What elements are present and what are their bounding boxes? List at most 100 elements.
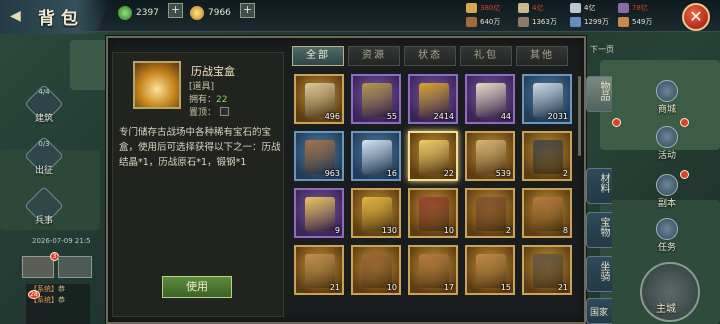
resource-iron: 1363万 [518, 17, 557, 27]
item-slot[interactable]: 963 [294, 131, 344, 181]
item-owned: 拥有：22 [189, 92, 227, 105]
item-slot[interactable]: 22 [408, 131, 458, 181]
tab-all[interactable]: 全部 [292, 46, 344, 66]
silver-icon [570, 3, 581, 13]
march-count: 0/3 [38, 140, 50, 148]
item-count: 496 [324, 112, 340, 121]
jade-icon [118, 6, 132, 20]
item-slot[interactable]: 15 [465, 245, 515, 295]
military-label: 兵事 [34, 216, 53, 226]
stone-icon [518, 3, 529, 13]
gold-value: 7966 [208, 8, 231, 18]
item-slot[interactable]: 8 [522, 188, 572, 238]
item-count: 2031 [547, 112, 568, 121]
item-count: 44 [500, 112, 511, 121]
item-slot[interactable]: 2 [465, 188, 515, 238]
resource-food: 380亿 [466, 3, 500, 13]
item-count: 2414 [433, 112, 454, 121]
dungeon-label: 副本 [657, 199, 676, 209]
item-count: 9 [334, 226, 340, 235]
event-icon [656, 126, 678, 148]
ore-icon [533, 140, 563, 174]
game-screen: ◀ 背包 2397 + 7966 + 380亿 640万 4亿 1363万 4亿… [0, 0, 720, 324]
tab-items[interactable]: 物品 [586, 76, 612, 112]
tab-treasures[interactable]: 宝物 [586, 212, 612, 248]
item-slot[interactable]: 496 [294, 74, 344, 124]
gold-icon [190, 6, 204, 20]
chat-text: 恭 [58, 296, 65, 304]
owned-value: 22 [216, 95, 228, 105]
tab-others[interactable]: 其他 [516, 46, 568, 66]
chat-toggle-icon[interactable] [58, 256, 92, 278]
resource-wood: 640万 [466, 17, 500, 27]
timestamp: 2026-07-09 21:5 [32, 237, 91, 245]
pin-checkbox[interactable] [220, 107, 230, 116]
tab-materials[interactable]: 材料 [586, 168, 612, 204]
treasure-box-icon [133, 61, 181, 109]
next-page-label[interactable]: 下一页 [590, 44, 614, 55]
tab-nation[interactable]: 国家 [586, 298, 612, 324]
item-slot[interactable]: 130 [351, 188, 401, 238]
top-bar: ◀ 背包 2397 + 7966 + 380亿 640万 4亿 1363万 4亿… [0, 0, 720, 34]
item-count: 55 [386, 112, 397, 121]
tab-gifts[interactable]: 礼包 [460, 46, 512, 66]
item-slot[interactable]: 10 [408, 188, 458, 238]
right-menu-quest[interactable]: 任务 [640, 216, 694, 256]
item-slot[interactable]: 2 [522, 131, 572, 181]
resource-value: 549万 [632, 18, 653, 26]
tab-status[interactable]: 状态 [404, 46, 456, 66]
shop-icon [656, 80, 678, 102]
city-label: 主城 [656, 304, 676, 315]
item-slot[interactable]: 539 [465, 131, 515, 181]
item-slot[interactable]: 9 [294, 188, 344, 238]
item-slot[interactable]: 21 [522, 245, 572, 295]
use-button[interactable]: 使用 [162, 276, 232, 298]
item-slot[interactable]: 21 [294, 245, 344, 295]
tab-resources[interactable]: 资源 [348, 46, 400, 66]
item-slot[interactable]: 55 [351, 74, 401, 124]
shop-label: 商城 [657, 105, 676, 115]
tab-items-label: 物品 [598, 81, 609, 101]
right-menu-shop[interactable]: 商城 [640, 78, 694, 118]
item-slot[interactable]: 16 [351, 131, 401, 181]
item-count: 21 [329, 283, 340, 292]
mail-icon[interactable] [22, 256, 54, 278]
grid-scrollbar[interactable] [578, 76, 581, 156]
resource-value: 380亿 [480, 4, 501, 12]
right-menu-event[interactable]: 活动 [640, 124, 694, 164]
armor-icon [476, 197, 506, 231]
item-count: 15 [500, 283, 511, 292]
iron-icon [518, 17, 529, 27]
item-slot[interactable]: 17 [408, 245, 458, 295]
horse-icon [618, 3, 629, 13]
left-menu-military[interactable]: 兵事 [24, 186, 64, 226]
left-menu-march[interactable]: 0/3 出征 [24, 136, 64, 176]
item-count: 130 [381, 226, 397, 235]
scroll-book-icon [533, 197, 563, 231]
jade-value: 2397 [136, 8, 159, 18]
left-menu-building[interactable]: 4/4 建筑 [24, 84, 64, 124]
owned-label: 拥有： [189, 95, 217, 105]
resource-value: 640万 [480, 18, 501, 26]
gold-currency: 7966 [190, 4, 231, 22]
chat-badge: 28 [28, 290, 40, 299]
resource-value: 4亿 [532, 4, 544, 12]
quest-label: 任务 [657, 243, 676, 253]
tab-nation-label: 国家 [589, 308, 608, 318]
add-jade-button[interactable]: + [168, 3, 183, 18]
close-button[interactable]: ✕ [682, 3, 710, 31]
jade-currency: 2397 [118, 4, 159, 22]
dungeon-alert-dot [680, 170, 689, 179]
item-slot[interactable]: 10 [351, 245, 401, 295]
item-slot[interactable]: 44 [465, 74, 515, 124]
back-icon[interactable]: ◀ [10, 8, 26, 24]
item-count: 16 [386, 169, 397, 178]
item-slot[interactable]: 2031 [522, 74, 572, 124]
item-slot[interactable]: 2414 [408, 74, 458, 124]
add-gold-button[interactable]: + [240, 3, 255, 18]
resource-troops: 1299万 [570, 17, 609, 27]
tab-mounts[interactable]: 坐骑 [586, 256, 612, 292]
tab-materials-label: 材料 [598, 173, 609, 193]
troops-icon [570, 17, 581, 27]
resource-value: 1299万 [584, 18, 609, 26]
